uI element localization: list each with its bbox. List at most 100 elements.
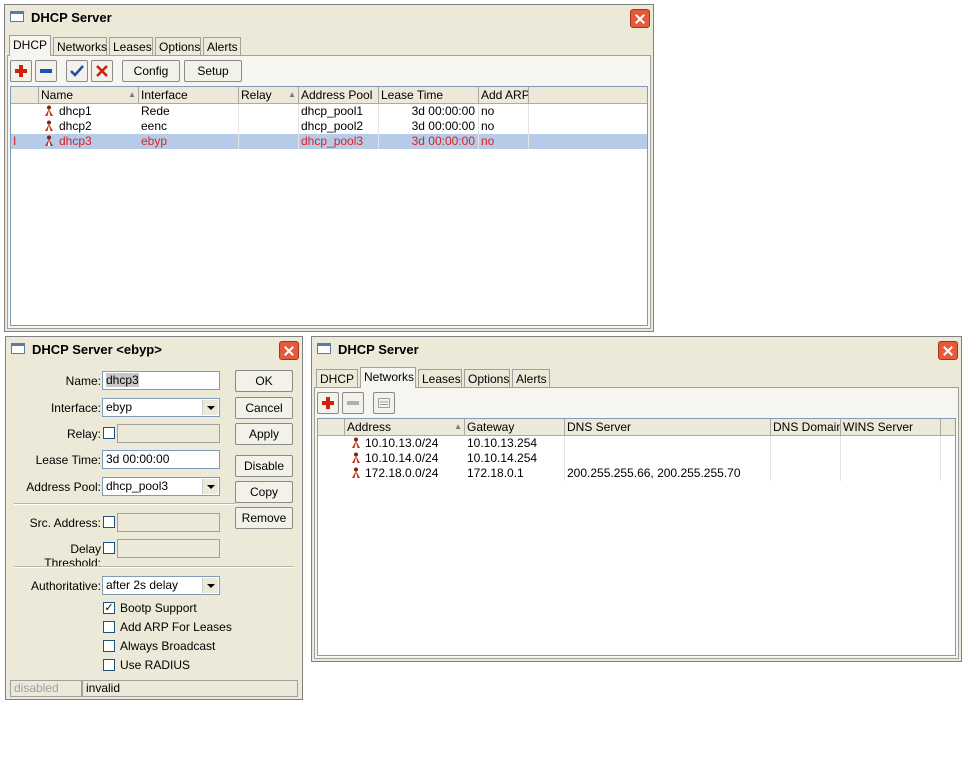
disable-button[interactable]: Disable: [235, 455, 293, 477]
cell-wins-server: [841, 436, 941, 451]
col-dns-server[interactable]: DNS Server: [565, 419, 771, 435]
cell-dns-server: [565, 436, 771, 451]
table-row[interactable]: dhcp1 Rede dhcp_pool1 3d 00:00:00 no: [11, 104, 647, 119]
col-dns-domain[interactable]: DNS Domain: [771, 419, 841, 435]
tab-leases[interactable]: Leases: [418, 369, 462, 387]
col-flag[interactable]: [318, 419, 345, 435]
remove-button[interactable]: Remove: [235, 507, 293, 529]
chevron-down-icon[interactable]: [202, 400, 218, 415]
tab-networks[interactable]: Networks: [53, 37, 107, 55]
authoritative-select[interactable]: after 2s delay: [102, 576, 220, 595]
col-flag[interactable]: [11, 87, 39, 103]
table-row[interactable]: 10.10.13.0/24 10.10.13.254: [318, 436, 955, 451]
always-broadcast-label: Always Broadcast: [120, 639, 216, 653]
cell-address-pool: dhcp_pool3: [299, 134, 379, 149]
name-label: Name:: [65, 374, 101, 388]
always-broadcast-checkbox[interactable]: [103, 640, 115, 652]
tab-leases[interactable]: Leases: [109, 37, 153, 55]
tab-options[interactable]: Options: [464, 369, 510, 387]
tab-alerts[interactable]: Alerts: [512, 369, 550, 387]
lease-time-input[interactable]: 3d 00:00:00: [102, 450, 220, 469]
dhcp-tab-pane: Config Setup Name ▲ Interface Relay ▲ Addr…: [7, 55, 651, 329]
col-add-arp[interactable]: Add ARP: [479, 87, 529, 103]
divider: [14, 503, 236, 505]
table-row[interactable]: 172.18.0.0/24 172.18.0.1 200.255.255.66,…: [318, 466, 955, 481]
network-icon: [350, 467, 362, 479]
dhcp-server-list[interactable]: Name ▲ Interface Relay ▲ Address Pool Leas…: [10, 86, 648, 326]
relay-checkbox[interactable]: [103, 427, 115, 439]
add-button[interactable]: [10, 60, 32, 82]
tab-options[interactable]: Options: [155, 37, 201, 55]
add-button[interactable]: [317, 392, 339, 414]
tab-bar: DHCP Networks Leases Options Alerts: [316, 367, 956, 388]
add-arp-checkbox[interactable]: [103, 621, 115, 633]
cell-address: 10.10.13.0/24: [365, 436, 439, 450]
delay-threshold-input[interactable]: [117, 539, 220, 558]
enable-button[interactable]: [66, 60, 88, 82]
list-header: Address ▲ Gateway DNS Server DNS Domain W…: [318, 419, 955, 436]
col-lease-time[interactable]: Lease Time: [379, 87, 479, 103]
tab-networks[interactable]: Networks: [360, 367, 416, 388]
check-icon: [70, 65, 84, 77]
status-invalid: invalid: [82, 680, 298, 697]
title-bar[interactable]: DHCP Server <ebyp>: [6, 337, 302, 363]
tab-dhcp[interactable]: DHCP: [9, 35, 51, 56]
col-gateway[interactable]: Gateway: [465, 419, 565, 435]
table-row[interactable]: dhcp2 eenc dhcp_pool2 3d 00:00:00 no: [11, 119, 647, 134]
chevron-down-icon[interactable]: [202, 479, 218, 494]
ok-button[interactable]: OK: [235, 370, 293, 392]
chevron-down-icon[interactable]: [202, 578, 218, 593]
dhcp-network-list[interactable]: Address ▲ Gateway DNS Server DNS Domain W…: [317, 418, 956, 656]
window-icon: [10, 11, 24, 22]
relay-input[interactable]: [117, 424, 220, 443]
disable-button[interactable]: [91, 60, 113, 82]
bootp-support-checkbox[interactable]: ✓: [103, 602, 115, 614]
cell-add-arp: no: [479, 104, 529, 119]
col-relay[interactable]: Relay ▲: [239, 87, 299, 103]
table-row[interactable]: 10.10.14.0/24 10.10.14.254: [318, 451, 955, 466]
cell-add-arp: no: [479, 134, 529, 149]
src-address-input[interactable]: [117, 513, 220, 532]
interface-select[interactable]: ebyp: [102, 398, 220, 417]
close-button[interactable]: [938, 341, 958, 360]
list-header: Name ▲ Interface Relay ▲ Address Pool Leas…: [11, 87, 647, 104]
cell-dns-domain: [771, 466, 841, 481]
cell-lease-time: 3d 00:00:00: [379, 104, 479, 119]
tab-bar: DHCP Networks Leases Options Alerts: [9, 35, 649, 56]
sort-icon: ▲: [128, 90, 136, 99]
address-pool-label: Address Pool:: [26, 480, 101, 494]
network-icon: [350, 437, 362, 449]
interface-label: Interface:: [50, 401, 101, 415]
config-button[interactable]: Config: [122, 60, 180, 82]
title-bar[interactable]: DHCP Server: [312, 337, 961, 363]
close-button[interactable]: [630, 9, 650, 28]
tab-dhcp[interactable]: DHCP: [316, 369, 358, 387]
use-radius-checkbox[interactable]: [103, 659, 115, 671]
table-row-selected[interactable]: I dhcp3 ebyp dhcp_pool3 3d 00:00:00 no: [11, 134, 647, 149]
col-interface[interactable]: Interface: [139, 87, 239, 103]
cell-name: dhcp1: [59, 104, 92, 118]
src-address-checkbox[interactable]: [103, 516, 115, 528]
col-address[interactable]: Address ▲: [345, 419, 465, 435]
copy-button[interactable]: Copy: [235, 481, 293, 503]
close-button[interactable]: [279, 341, 299, 360]
name-input[interactable]: dhcp3: [102, 371, 220, 390]
apply-button[interactable]: Apply: [235, 423, 293, 445]
col-wins-server[interactable]: WINS Server: [841, 419, 941, 435]
cell-name: dhcp3: [59, 134, 92, 148]
setup-button[interactable]: Setup: [184, 60, 242, 82]
remove-button[interactable]: [342, 392, 364, 414]
server-icon: [43, 120, 55, 132]
comment-button[interactable]: [373, 392, 395, 414]
col-name[interactable]: Name ▲: [39, 87, 139, 103]
cell-relay: [239, 119, 299, 134]
cell-add-arp: no: [479, 119, 529, 134]
address-pool-select[interactable]: dhcp_pool3: [102, 477, 220, 496]
col-address-pool[interactable]: Address Pool: [299, 87, 379, 103]
delay-threshold-checkbox[interactable]: [103, 542, 115, 554]
remove-button[interactable]: [35, 60, 57, 82]
cancel-button[interactable]: Cancel: [235, 397, 293, 419]
title-bar[interactable]: DHCP Server: [5, 5, 653, 31]
tab-alerts[interactable]: Alerts: [203, 37, 241, 55]
cell-flag: I: [13, 134, 17, 148]
